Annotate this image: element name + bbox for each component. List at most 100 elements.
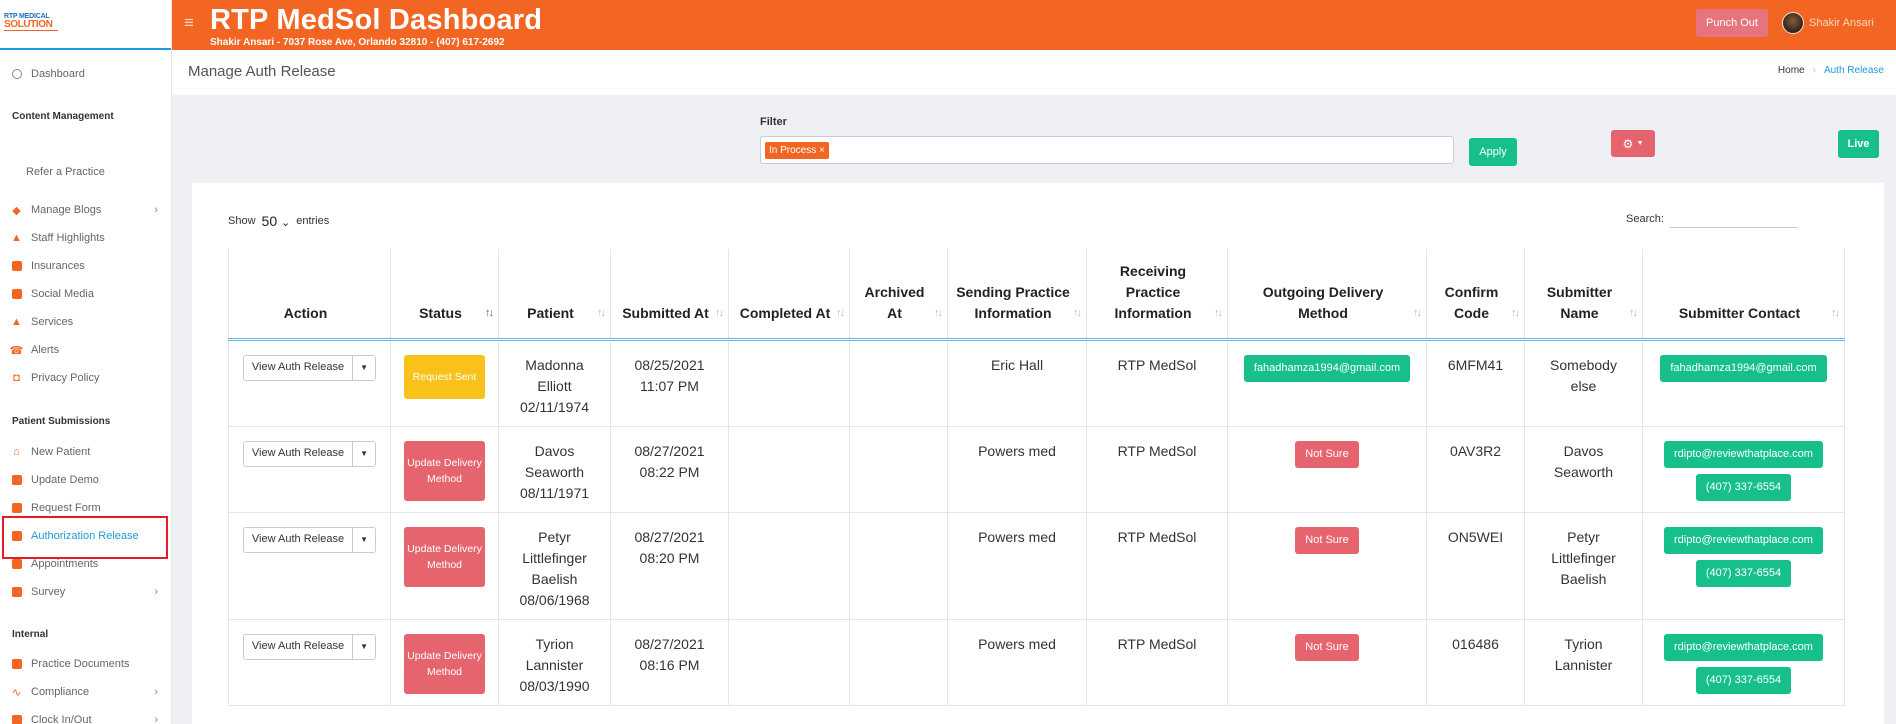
- cell-line: Davos: [1563, 442, 1604, 459]
- column-header-sending-practice[interactable]: Sending Practice Information ↑↓: [947, 249, 1087, 341]
- sidebar-item-manage-blogs[interactable]: ◆ Manage Blogs ›: [0, 198, 171, 222]
- status-badge[interactable]: Update Delivery Method: [404, 440, 485, 501]
- column-header-submitter-contact[interactable]: Submitter Contact ↑↓: [1642, 249, 1845, 341]
- view-auth-release-button[interactable]: View Auth Release: [243, 527, 354, 552]
- sidebar-item-clock[interactable]: Clock In/Out ›: [0, 708, 171, 724]
- cell-line: Baelish: [1560, 570, 1607, 587]
- sidebar-item-alerts[interactable]: ☎ Alerts: [0, 338, 171, 362]
- sidebar-item-social-media[interactable]: Social Media: [0, 282, 171, 306]
- column-header-patient[interactable]: Patient ↑↓: [498, 249, 611, 341]
- sidebar-item-label: Appointments: [31, 558, 99, 570]
- sidebar-item-refer-practice[interactable]: Refer a Practice: [0, 160, 171, 184]
- live-button[interactable]: Live: [1838, 130, 1879, 158]
- sort-icon: ↑↓: [715, 306, 724, 319]
- delivery-method-badge[interactable]: Not Sure: [1295, 440, 1359, 468]
- sidebar-item-label: Social Media: [31, 288, 94, 300]
- sidebar-item-label: Insurances: [31, 260, 85, 272]
- punch-out-button[interactable]: Punch Out: [1696, 9, 1768, 37]
- cell-patient: Petyr Littlefinger Baelish 08/06/1968: [498, 512, 611, 620]
- caret-down-icon[interactable]: ▼: [353, 355, 376, 380]
- breadcrumb-home[interactable]: Home: [1778, 65, 1805, 76]
- table-row: View Auth Release ▼ Update Delivery Method…: [228, 426, 1845, 513]
- sidebar-item-insurances[interactable]: Insurances: [0, 254, 171, 278]
- sidebar-item-new-patient[interactable]: ⌂ New Patient: [0, 440, 171, 464]
- contact-phone-badge[interactable]: (407) 337-6554: [1695, 559, 1792, 587]
- close-icon[interactable]: ×: [819, 145, 825, 156]
- view-auth-release-button[interactable]: View Auth Release: [243, 355, 354, 380]
- column-header-delivery-method[interactable]: Outgoing Delivery Method ↑↓: [1227, 249, 1427, 341]
- chevron-right-icon: ›: [1812, 65, 1816, 76]
- sidebar-item-label: Clock In/Out: [31, 714, 92, 724]
- sidebar-item-staff-highlights[interactable]: ▲ Staff Highlights: [0, 226, 171, 250]
- cell-line: 08/25/2021: [634, 356, 705, 373]
- cell-status: Request Sent: [390, 339, 499, 427]
- menu-icon[interactable]: ≡: [184, 13, 194, 33]
- delivery-method-badge[interactable]: Not Sure: [1295, 633, 1359, 661]
- filter-input[interactable]: In Process ×: [760, 136, 1454, 164]
- column-header-confirm-code[interactable]: Confirm Code ↑↓: [1426, 249, 1525, 341]
- column-header-completed-at[interactable]: Completed At ↑↓: [728, 249, 850, 341]
- highlight-annotation: [2, 516, 168, 559]
- sidebar-item-privacy-policy[interactable]: ◘ Privacy Policy: [0, 366, 171, 390]
- view-auth-release-button[interactable]: View Auth Release: [243, 634, 354, 659]
- cell-delivery-method: Not Sure: [1227, 512, 1427, 620]
- search-input[interactable]: [1669, 210, 1798, 228]
- cell-sending-practice: Powers med: [947, 512, 1087, 620]
- sidebar-item-compliance[interactable]: ∿ Compliance ›: [0, 680, 171, 704]
- sidebar-item-update-demo[interactable]: Update Demo: [0, 468, 171, 492]
- entries-label: entries: [296, 215, 330, 227]
- user-menu[interactable]: Shakir Ansari: [1782, 12, 1874, 34]
- column-header-submitter-name[interactable]: Submitter Name ↑↓: [1524, 249, 1643, 341]
- contact-email-badge[interactable]: rdipto@reviewthatplace.com: [1664, 440, 1823, 468]
- column-label: Sending Practice Information: [956, 283, 1070, 321]
- contact-email-badge[interactable]: fahadhamza1994@gmail.com: [1660, 354, 1827, 382]
- settings-dropdown-button[interactable]: ⚙ ▼: [1611, 130, 1655, 157]
- column-label: Action: [283, 304, 328, 321]
- caret-down-icon[interactable]: ▼: [353, 441, 376, 466]
- column-header-receiving-practice[interactable]: Receiving Practice Information ↑↓: [1086, 249, 1228, 341]
- contact-phone-badge[interactable]: (407) 337-6554: [1695, 473, 1792, 501]
- share-icon: [10, 288, 23, 301]
- column-header-archived-at[interactable]: Archived At ↑↓: [849, 249, 948, 341]
- column-header-status[interactable]: Status ↑↓: [390, 249, 499, 341]
- filter-tag[interactable]: In Process ×: [765, 142, 829, 159]
- table-row: View Auth Release ▼ Request Sent Madonna Ell…: [228, 339, 1845, 427]
- cell-completed-at: [728, 619, 850, 706]
- cell-line: 08/06/1968: [519, 591, 590, 608]
- table-header-row: Action Status ↑↓ Patient ↑↓ Submitted At ↑↓…: [228, 249, 1845, 341]
- caret-down-icon[interactable]: ▼: [353, 527, 376, 552]
- delivery-method-badge[interactable]: Not Sure: [1295, 526, 1359, 554]
- entries-select[interactable]: 50 ⌄: [262, 213, 291, 229]
- cell-line: Tyrion: [535, 635, 574, 652]
- logo[interactable]: RTP MEDICAL SOLUTION: [4, 13, 58, 35]
- sort-icon: ↑↓: [1214, 306, 1223, 319]
- column-label: Patient: [527, 304, 574, 321]
- status-badge[interactable]: Update Delivery Method: [404, 633, 485, 694]
- home-icon: ⌂: [13, 446, 20, 458]
- sidebar-item-services[interactable]: ▲ Services: [0, 310, 171, 334]
- caret-down-icon[interactable]: ▼: [353, 634, 376, 659]
- cell-action: View Auth Release ▼: [228, 619, 391, 706]
- app-subtitle: Shakir Ansari - 7037 Rose Ave, Orlando 3…: [210, 37, 505, 48]
- services-icon: ▲: [11, 316, 22, 328]
- contact-phone-badge[interactable]: (407) 337-6554: [1695, 666, 1792, 694]
- column-label: Receiving Practice Information: [1114, 262, 1192, 321]
- status-badge[interactable]: Update Delivery Method: [404, 526, 485, 587]
- delivery-method-badge[interactable]: fahadhamza1994@gmail.com: [1243, 354, 1411, 382]
- cell-confirm-code: 6MFM41: [1426, 339, 1525, 427]
- contact-email-badge[interactable]: rdipto@reviewthatplace.com: [1664, 633, 1823, 661]
- calendar-icon: [10, 558, 23, 571]
- cell-archived-at: [849, 512, 948, 620]
- sidebar-item-practice-documents[interactable]: Practice Documents: [0, 652, 171, 676]
- sidebar-item-dashboard[interactable]: Dashboard: [0, 62, 171, 86]
- apply-button[interactable]: Apply: [1469, 138, 1517, 166]
- status-badge[interactable]: Request Sent: [404, 354, 485, 399]
- view-auth-release-button[interactable]: View Auth Release: [243, 441, 354, 466]
- column-header-action[interactable]: Action: [228, 249, 391, 341]
- cell-line: 08/27/2021: [634, 528, 705, 545]
- cell-line: Baelish: [531, 570, 578, 587]
- column-header-submitted-at[interactable]: Submitted At ↑↓: [610, 249, 729, 341]
- sidebar-item-survey[interactable]: Survey ›: [0, 580, 171, 604]
- contact-email-badge[interactable]: rdipto@reviewthatplace.com: [1664, 526, 1823, 554]
- cell-submitter-name: Somebody else: [1524, 339, 1643, 427]
